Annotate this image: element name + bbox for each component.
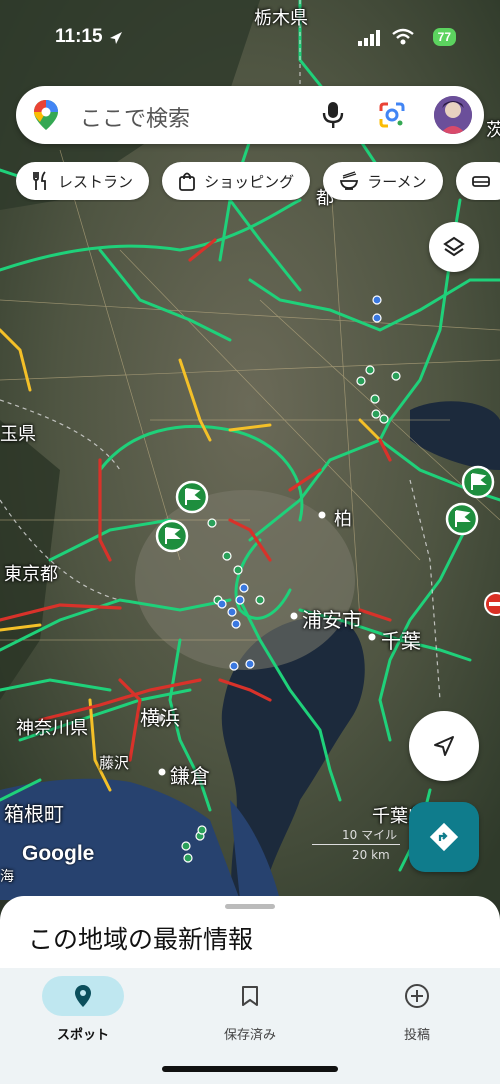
park-marker-icon[interactable] — [175, 480, 209, 514]
chip-restaurant[interactable]: レストラン — [16, 162, 150, 200]
search-input[interactable]: ここで検索 — [80, 101, 190, 133]
my-location-button[interactable] — [409, 711, 479, 781]
map-label-kanagawa: 神奈川県 — [16, 718, 88, 739]
map-label-yokohama: 横浜 — [140, 706, 180, 730]
google-maps-pin-icon — [34, 100, 58, 130]
home-indicator — [162, 1066, 338, 1072]
map-label-hakone: 箱根町 — [4, 802, 64, 826]
map-label-urayasu: 浦安市 — [302, 608, 362, 632]
tab-label: 投稿 — [403, 1028, 430, 1043]
navigation-arrow-icon — [434, 736, 454, 756]
latest-info-sheet[interactable]: この地域の最新情報 — [0, 896, 500, 976]
chip-hotel[interactable] — [455, 162, 500, 200]
wifi-icon — [392, 28, 414, 45]
map-label-chiba: 千葉 — [381, 629, 421, 653]
microphone-icon[interactable] — [322, 101, 344, 129]
map-scale: 10 マイル 20 km — [312, 826, 400, 862]
park-marker-icon[interactable] — [445, 502, 479, 536]
place-pin-icon — [75, 985, 91, 1007]
search-bar[interactable]: ここで検索 — [16, 86, 484, 144]
google-logo: Google — [22, 842, 95, 865]
sheet-title: この地域の最新情報 — [28, 925, 254, 954]
chip-label: ショッピング — [204, 172, 295, 191]
map-label-tokyo: 東京都 — [4, 564, 58, 585]
tab-saved[interactable]: 保存済み — [167, 976, 333, 1056]
signal-icon — [358, 30, 380, 46]
directions-button[interactable] — [409, 802, 479, 872]
directions-icon — [429, 822, 459, 852]
map-label-fujisawa: 藤沢 — [99, 754, 130, 772]
google-lens-icon[interactable] — [378, 101, 406, 129]
tab-contribute[interactable]: 投稿 — [334, 976, 500, 1056]
battery-indicator: 77 — [432, 28, 456, 46]
status-bar: 11:15 77 — [0, 22, 500, 56]
map-label-kashiwa: 柏 — [334, 509, 352, 530]
park-marker-icon[interactable] — [461, 465, 495, 499]
map-label-ibaraki: 茨 — [486, 120, 500, 141]
category-chips: レストラン ショッピング ラーメン — [16, 162, 500, 202]
hotel-icon — [471, 176, 490, 187]
shopping-bag-icon — [179, 172, 196, 191]
chip-label: ラーメン — [367, 172, 427, 191]
scale-miles: 10 マイル — [342, 828, 398, 842]
chip-label: レストラン — [58, 172, 134, 191]
scale-km: 20 km — [352, 848, 390, 862]
ramen-bowl-icon — [340, 171, 359, 190]
sheet-drag-handle[interactable] — [225, 904, 275, 909]
bookmark-icon — [242, 986, 258, 1006]
tab-label: スポット — [56, 1028, 109, 1043]
map-label-kamakura: 鎌倉 — [170, 764, 210, 788]
map-label-umi: 海 — [0, 869, 14, 885]
tab-label: 保存済み — [223, 1028, 276, 1043]
add-circle-icon — [405, 984, 429, 1008]
road-closure-icon — [484, 592, 500, 616]
chip-ramen[interactable]: ラーメン — [323, 162, 443, 200]
map-label-saitama: 玉県 — [0, 424, 36, 445]
layers-button[interactable] — [429, 222, 479, 272]
chip-shopping[interactable]: ショッピング — [162, 162, 311, 200]
status-time: 11:15 — [55, 26, 103, 47]
profile-avatar[interactable] — [434, 96, 472, 134]
tab-explore[interactable]: スポット — [0, 976, 166, 1056]
location-arrow-icon — [110, 32, 122, 44]
restaurant-icon — [33, 171, 46, 190]
layers-icon — [443, 236, 465, 257]
park-marker-icon[interactable] — [155, 519, 189, 553]
